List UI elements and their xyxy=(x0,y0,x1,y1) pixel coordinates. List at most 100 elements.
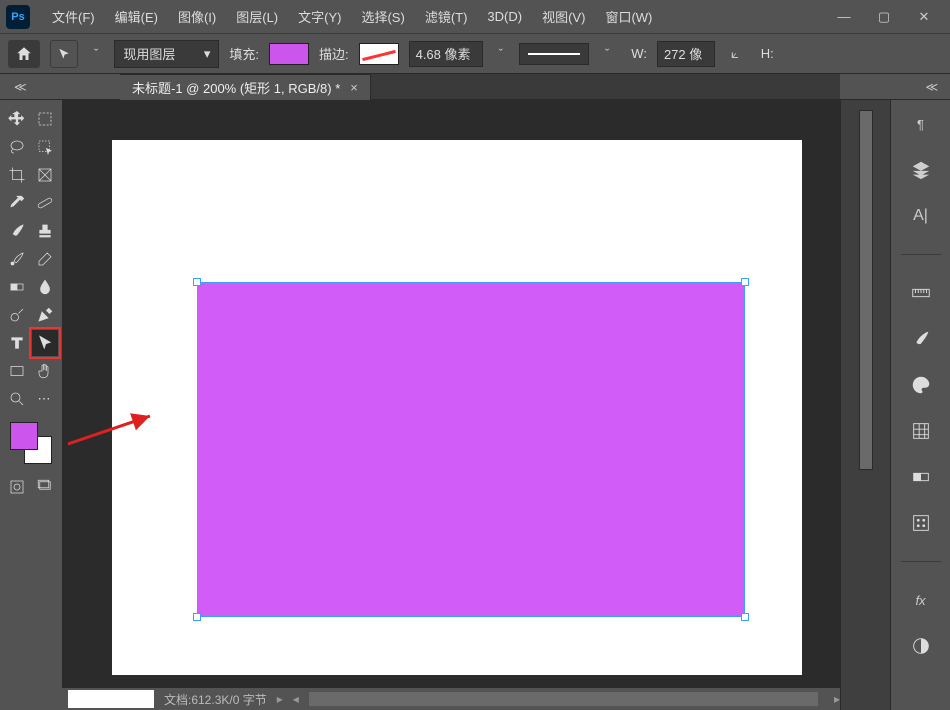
resize-handle-tr[interactable] xyxy=(741,278,749,286)
menu-bar: Ps 文件(F) 编辑(E) 图像(I) 图层(L) 文字(Y) 选择(S) 滤… xyxy=(0,0,950,34)
menu-window[interactable]: 窗口(W) xyxy=(595,1,662,32)
rectangle-tool[interactable] xyxy=(4,358,30,384)
pen-tool[interactable] xyxy=(32,302,58,328)
menu-view[interactable]: 视图(V) xyxy=(532,1,595,32)
eyedropper-tool[interactable] xyxy=(4,190,30,216)
window-close-button[interactable]: ✕ xyxy=(904,3,944,31)
stroke-label: 描边: xyxy=(319,44,349,63)
layers-panel-button[interactable] xyxy=(904,156,938,184)
fill-label: 填充: xyxy=(229,44,259,63)
quick-select-tool[interactable] xyxy=(32,134,58,160)
frame-tool[interactable] xyxy=(32,162,58,188)
canvas[interactable] xyxy=(112,140,802,675)
target-layer-dropdown[interactable]: 现用图层 ▾ xyxy=(114,40,219,68)
brushes-panel-button[interactable] xyxy=(904,325,938,353)
circle-half-icon xyxy=(910,635,932,657)
dodge-tool[interactable] xyxy=(4,302,30,328)
chevron-right-icon[interactable]: ▸ xyxy=(277,692,283,706)
chevron-down-icon[interactable]: ˇ xyxy=(499,46,503,61)
stroke-width-input[interactable]: 4.68 像素 xyxy=(409,41,483,67)
gradient-tool[interactable] xyxy=(4,274,30,300)
screen-mode-icon xyxy=(36,478,54,496)
menu-select[interactable]: 选择(S) xyxy=(351,1,414,32)
rectangle-icon xyxy=(8,362,26,380)
brush-tool[interactable] xyxy=(4,218,30,244)
type-tool[interactable] xyxy=(4,330,30,356)
adjustments-panel-button[interactable] xyxy=(904,632,938,660)
window-minimize-button[interactable]: — xyxy=(824,3,864,31)
resize-handle-tl[interactable] xyxy=(193,278,201,286)
chevron-right-icon[interactable]: ▸ xyxy=(834,692,840,706)
menu-edit[interactable]: 编辑(E) xyxy=(105,1,168,32)
color-panel-button[interactable] xyxy=(904,371,938,399)
chevron-left-icon: ≪ xyxy=(14,80,25,94)
history-brush-icon xyxy=(8,250,26,268)
home-button[interactable] xyxy=(8,40,40,68)
patterns-panel-button[interactable] xyxy=(904,509,938,537)
horizontal-scrollbar[interactable] xyxy=(309,692,818,706)
path-selection-tool[interactable] xyxy=(32,330,58,356)
width-label: W: xyxy=(631,46,647,61)
more-icon: ⋯ xyxy=(38,391,53,407)
lasso-tool[interactable] xyxy=(4,134,30,160)
marquee-tool[interactable] xyxy=(32,106,58,132)
pen-icon xyxy=(36,306,54,324)
bandage-icon xyxy=(36,194,54,212)
character-panel-button[interactable]: A| xyxy=(904,202,938,230)
scrollbar-thumb[interactable] xyxy=(309,692,818,706)
move-tool[interactable] xyxy=(4,106,30,132)
quick-mask-button[interactable] xyxy=(4,474,30,500)
glyphs-panel-button[interactable] xyxy=(904,279,938,307)
document-info: 文档:612.3K/0 字节 xyxy=(164,691,267,708)
crop-tool[interactable] xyxy=(4,162,30,188)
link-wh-icon[interactable]: ⟀ xyxy=(731,46,739,62)
color-swatches[interactable] xyxy=(10,422,52,464)
edit-toolbar-button[interactable]: ⋯ xyxy=(32,386,58,412)
chevron-left-icon[interactable]: ◂ xyxy=(293,692,299,706)
menu-3d[interactable]: 3D(D) xyxy=(477,3,532,30)
scrollbar-thumb[interactable] xyxy=(860,111,872,469)
stroke-color-swatch[interactable] xyxy=(359,43,399,65)
menu-file[interactable]: 文件(F) xyxy=(42,1,105,32)
options-bar: ˇ 现用图层 ▾ 填充: 描边: 4.68 像素 ˇ ˇ W: 272 像 ⟀ … xyxy=(0,34,950,74)
window-maximize-button[interactable]: ▢ xyxy=(864,3,904,31)
hand-tool[interactable] xyxy=(32,358,58,384)
chevron-down-icon[interactable]: ˇ xyxy=(94,46,98,61)
tool-preset-button[interactable] xyxy=(50,40,78,68)
healing-tool[interactable] xyxy=(32,190,58,216)
screen-mode-button[interactable] xyxy=(32,474,58,500)
menu-filter[interactable]: 滤镜(T) xyxy=(415,1,478,32)
paragraph-panel-button[interactable]: ¶ xyxy=(904,110,938,138)
gradients-panel-button[interactable] xyxy=(904,463,938,491)
panel-toggle-right[interactable]: ≪ xyxy=(840,74,950,100)
selected-rectangle-shape[interactable] xyxy=(197,282,745,617)
fill-color-swatch[interactable] xyxy=(269,43,309,65)
resize-handle-bl[interactable] xyxy=(193,613,201,621)
history-brush-tool[interactable] xyxy=(4,246,30,272)
zoom-input[interactable] xyxy=(68,690,154,708)
swatches-panel-button[interactable] xyxy=(904,417,938,445)
window-controls: — ▢ ✕ xyxy=(824,3,944,31)
foreground-color-swatch[interactable] xyxy=(10,422,38,450)
width-input[interactable]: 272 像 xyxy=(657,41,715,67)
chevron-down-icon[interactable]: ˇ xyxy=(605,46,609,61)
stamp-tool[interactable] xyxy=(32,218,58,244)
panel-toggle-left[interactable]: ≪ xyxy=(0,74,120,100)
resize-handle-br[interactable] xyxy=(741,613,749,621)
eraser-tool[interactable] xyxy=(32,246,58,272)
menu-image[interactable]: 图像(I) xyxy=(168,1,226,32)
gradient-icon xyxy=(910,466,932,488)
dodge-icon xyxy=(8,306,26,324)
document-tab[interactable]: 未标题-1 @ 200% (矩形 1, RGB/8) * × xyxy=(120,74,371,100)
menu-layer[interactable]: 图层(L) xyxy=(226,1,288,32)
move-icon xyxy=(8,110,26,128)
zoom-tool[interactable] xyxy=(4,386,30,412)
canvas-area[interactable]: 文档:612.3K/0 字节 ▸ ◂ ▸ xyxy=(62,100,840,710)
close-icon[interactable]: × xyxy=(350,80,358,95)
vertical-scrollbar[interactable] xyxy=(859,110,873,470)
stamp-icon xyxy=(36,222,54,240)
blur-tool[interactable] xyxy=(32,274,58,300)
styles-panel-button[interactable]: fx xyxy=(904,586,938,614)
menu-type[interactable]: 文字(Y) xyxy=(288,1,351,32)
stroke-style-dropdown[interactable] xyxy=(519,43,589,65)
